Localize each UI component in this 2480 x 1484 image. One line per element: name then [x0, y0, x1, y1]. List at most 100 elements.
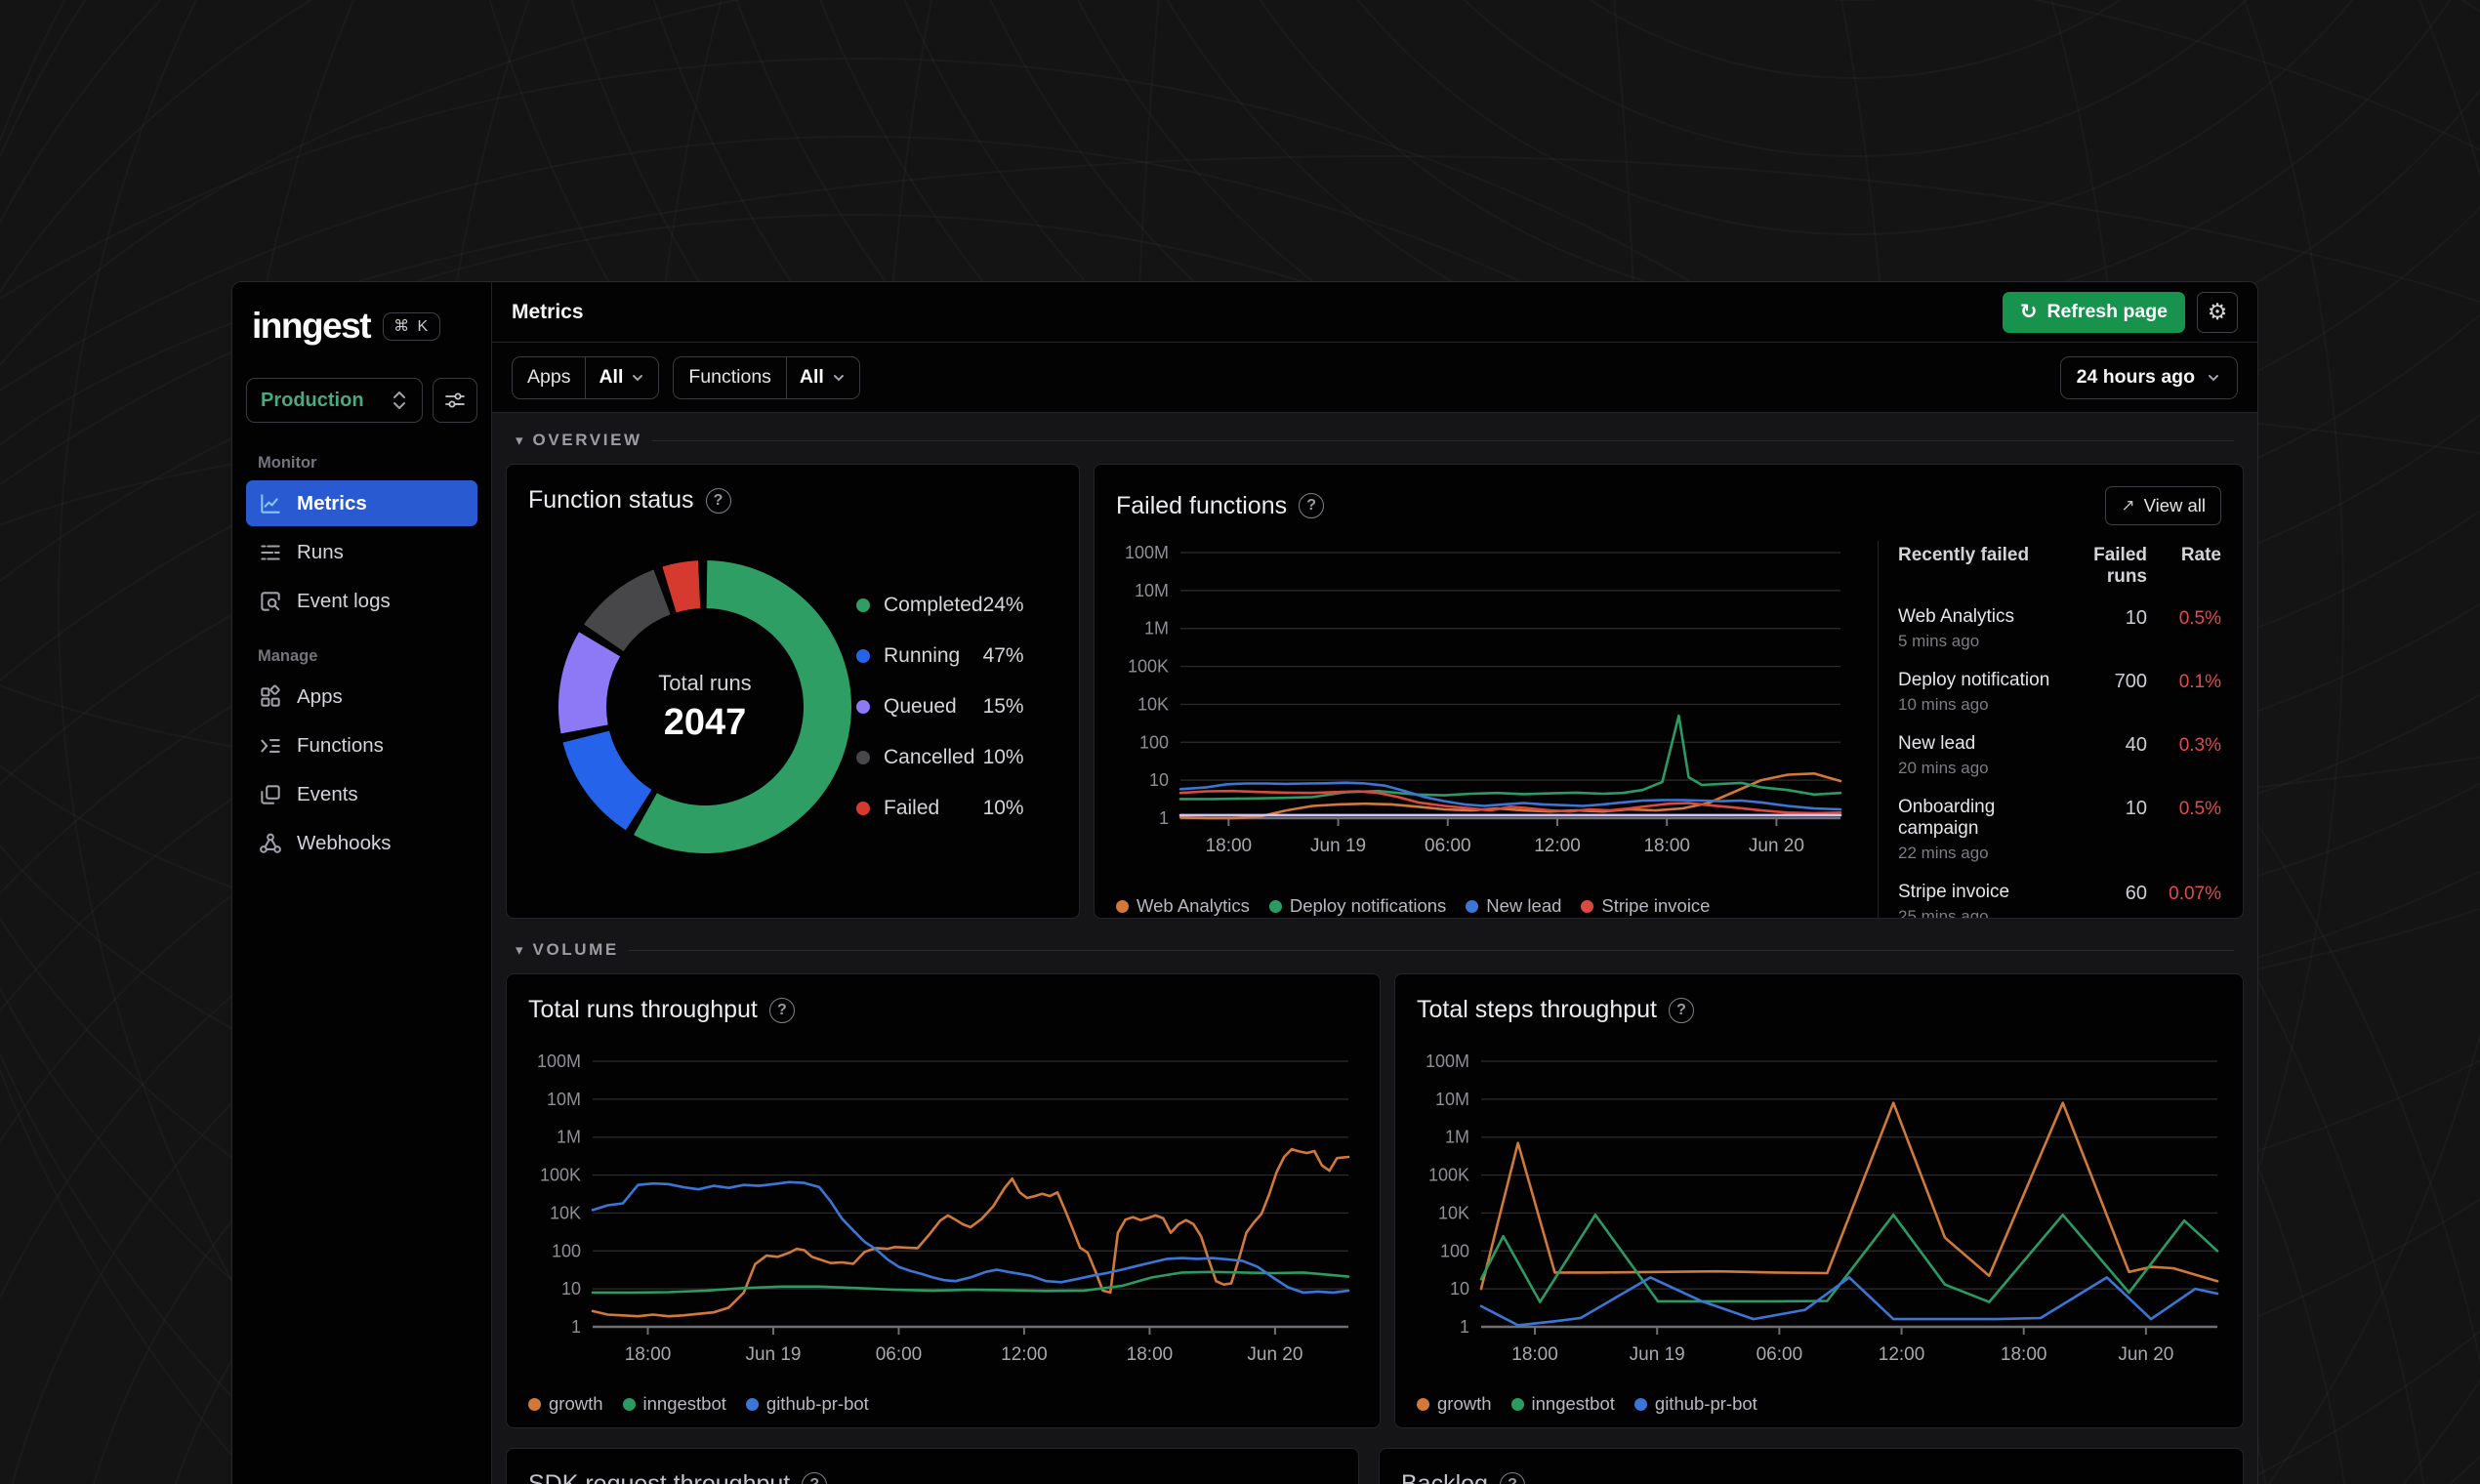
sidebar-item-functions[interactable]: Functions: [246, 722, 477, 768]
apps-filter[interactable]: Apps All: [512, 355, 660, 399]
legend-label: Web Analytics: [1137, 895, 1250, 916]
svg-text:10K: 10K: [1137, 694, 1169, 714]
collapse-caret-icon[interactable]: ▾: [516, 432, 523, 449]
failed-runs-count: 40: [2125, 734, 2147, 756]
total-steps-throughput-title: Total steps throughput: [1417, 996, 1657, 1023]
svg-text:12:00: 12:00: [1534, 836, 1581, 856]
help-icon[interactable]: ?: [768, 997, 795, 1023]
series-line-growth: [1479, 1101, 2219, 1291]
function-name: Web Analytics: [1898, 606, 2014, 627]
status-legend-row-completed: Completed 24%: [856, 580, 1024, 631]
legend-dot: [856, 751, 870, 764]
legend-dot: [1633, 1397, 1647, 1411]
environment-settings-button[interactable]: [433, 378, 477, 423]
gear-icon: ⚙: [2207, 299, 2228, 324]
failed-function-row[interactable]: Web Analytics 5 mins ago 10 0.5%: [1898, 598, 2221, 661]
total-steps-throughput-card: Total steps throughput ? 1 10 100 10K 100K 1M…: [1394, 973, 2244, 1428]
legend-dot: [1116, 899, 1129, 913]
environment-select[interactable]: Production: [246, 378, 423, 423]
svg-text:10K: 10K: [550, 1203, 581, 1222]
nav-group-label-manage: Manage: [258, 647, 318, 665]
svg-text:Jun 20: Jun 20: [2118, 1344, 2173, 1365]
apps-filter-value: All: [599, 366, 624, 388]
main-panel: Metrics ↻ Refresh page ⚙ Apps All Functi…: [492, 282, 2257, 1484]
external-arrow-icon: ↗: [2121, 496, 2135, 515]
chevron-down-icon: [2206, 370, 2221, 386]
functions-icon: [258, 733, 283, 759]
legend-label: Stripe invoice: [1601, 895, 1711, 916]
inngest-logo[interactable]: inngest: [252, 306, 372, 347]
functions-filter-value: All: [799, 366, 824, 388]
help-icon[interactable]: ?: [802, 1471, 828, 1484]
legend-label: github-pr-bot: [1654, 1393, 1757, 1414]
environment-name: Production: [261, 389, 364, 411]
failed-function-row[interactable]: Stripe invoice 25 mins ago 60 0.07%: [1898, 873, 2221, 918]
legend-dot: [856, 598, 870, 612]
legend-label: inngestbot: [1531, 1393, 1615, 1414]
help-icon[interactable]: ?: [1299, 493, 1325, 518]
help-icon[interactable]: ?: [705, 487, 731, 514]
failed-function-row[interactable]: Deploy notification 10 mins ago 700 0.1%: [1898, 661, 2221, 724]
function-name: New lead: [1898, 733, 1976, 754]
svg-text:Jun 19: Jun 19: [1630, 1344, 1685, 1365]
time-range-select[interactable]: 24 hours ago: [2059, 355, 2238, 399]
settings-button[interactable]: ⚙: [2197, 291, 2238, 333]
sidebar-item-label: Webhooks: [297, 831, 392, 854]
svg-text:100K: 100K: [1428, 1166, 1469, 1185]
legend-dot: [856, 649, 870, 663]
view-all-button[interactable]: ↗ View all: [2105, 486, 2221, 525]
section-divider: [628, 949, 2234, 951]
updown-chevron-icon: [391, 391, 408, 410]
svg-text:10M: 10M: [1435, 1090, 1469, 1109]
legend-item-deploy-notifications: Deploy notifications: [1268, 895, 1446, 917]
sidebar-item-label: Runs: [297, 540, 344, 563]
refresh-icon: ↻: [2019, 301, 2038, 323]
svg-text:1M: 1M: [1445, 1128, 1469, 1147]
sdk-request-throughput-title: SDK request throughput: [528, 1470, 791, 1484]
metrics-content: ▾ OVERVIEW Function status ? Total runs: [492, 413, 2257, 1484]
svg-text:06:00: 06:00: [1425, 836, 1471, 856]
legend-item-github-pr-bot: github-pr-bot: [745, 1393, 869, 1415]
status-legend-row-cancelled: Cancelled 10%: [856, 732, 1024, 783]
svg-text:18:00: 18:00: [1511, 1344, 1558, 1365]
volume-section-header: ▾ VOLUME: [516, 940, 2234, 960]
legend-dot: [1268, 899, 1282, 913]
failed-rate: 0.5%: [2178, 799, 2221, 819]
apps-filter-label: Apps: [513, 356, 587, 398]
sidebar-item-events[interactable]: Events: [246, 771, 477, 817]
sidebar-item-runs[interactable]: Runs: [246, 529, 477, 575]
legend-item-growth: growth: [1417, 1393, 1492, 1415]
refresh-page-button[interactable]: ↻ Refresh page: [2002, 291, 2185, 333]
sidebar-item-label: Metrics: [297, 491, 367, 515]
help-icon[interactable]: ?: [1669, 997, 1694, 1023]
legend-label: New lead: [1486, 895, 1562, 916]
status-legend-row-failed: Failed 10%: [856, 783, 1024, 834]
svg-text:100M: 100M: [1426, 1051, 1469, 1071]
legend-item-stripe-invoice: Stripe invoice: [1581, 895, 1710, 917]
failed-functions-chart: 1 10 100 10K 100K 1M 10M 100M 18:00 Jun 19 06:00 12…: [1125, 543, 1842, 856]
functions-filter[interactable]: Functions All: [673, 355, 860, 399]
collapse-caret-icon[interactable]: ▾: [516, 941, 523, 959]
svg-text:18:00: 18:00: [1643, 836, 1690, 856]
sidebar-item-metrics[interactable]: Metrics: [246, 480, 477, 526]
series-line-github-pr-bot: [1479, 1276, 2219, 1327]
nav-group-label-monitor: Monitor: [258, 454, 317, 472]
help-icon[interactable]: ?: [1499, 1471, 1525, 1484]
legend-item-github-pr-bot: github-pr-bot: [1633, 1393, 1757, 1415]
svg-text:Jun 20: Jun 20: [1749, 836, 1804, 856]
legend-item-new-lead: New lead: [1466, 895, 1561, 917]
failed-function-row[interactable]: New lead 20 mins ago 40 0.3%: [1898, 724, 2221, 788]
status-percent: 15%: [982, 695, 1024, 718]
command-k-shortcut-badge[interactable]: ⌘ K: [383, 311, 441, 341]
status-percent: 24%: [982, 594, 1024, 616]
failed-function-row[interactable]: Onboarding campaign 22 mins ago 10 0.5%: [1898, 788, 2221, 873]
total-runs-throughput-legend: growth inngestbot github-pr-bot: [528, 1393, 1358, 1415]
legend-item-inngestbot: inngestbot: [622, 1393, 726, 1415]
svg-text:10M: 10M: [547, 1090, 581, 1109]
svg-text:10: 10: [1450, 1279, 1469, 1298]
status-label: Running: [884, 644, 961, 667]
sidebar-item-apps[interactable]: Apps: [246, 674, 477, 720]
sidebar-item-webhooks[interactable]: Webhooks: [246, 820, 477, 866]
sidebar-item-event-logs[interactable]: Event logs: [246, 578, 477, 624]
svg-text:100M: 100M: [1125, 543, 1169, 562]
